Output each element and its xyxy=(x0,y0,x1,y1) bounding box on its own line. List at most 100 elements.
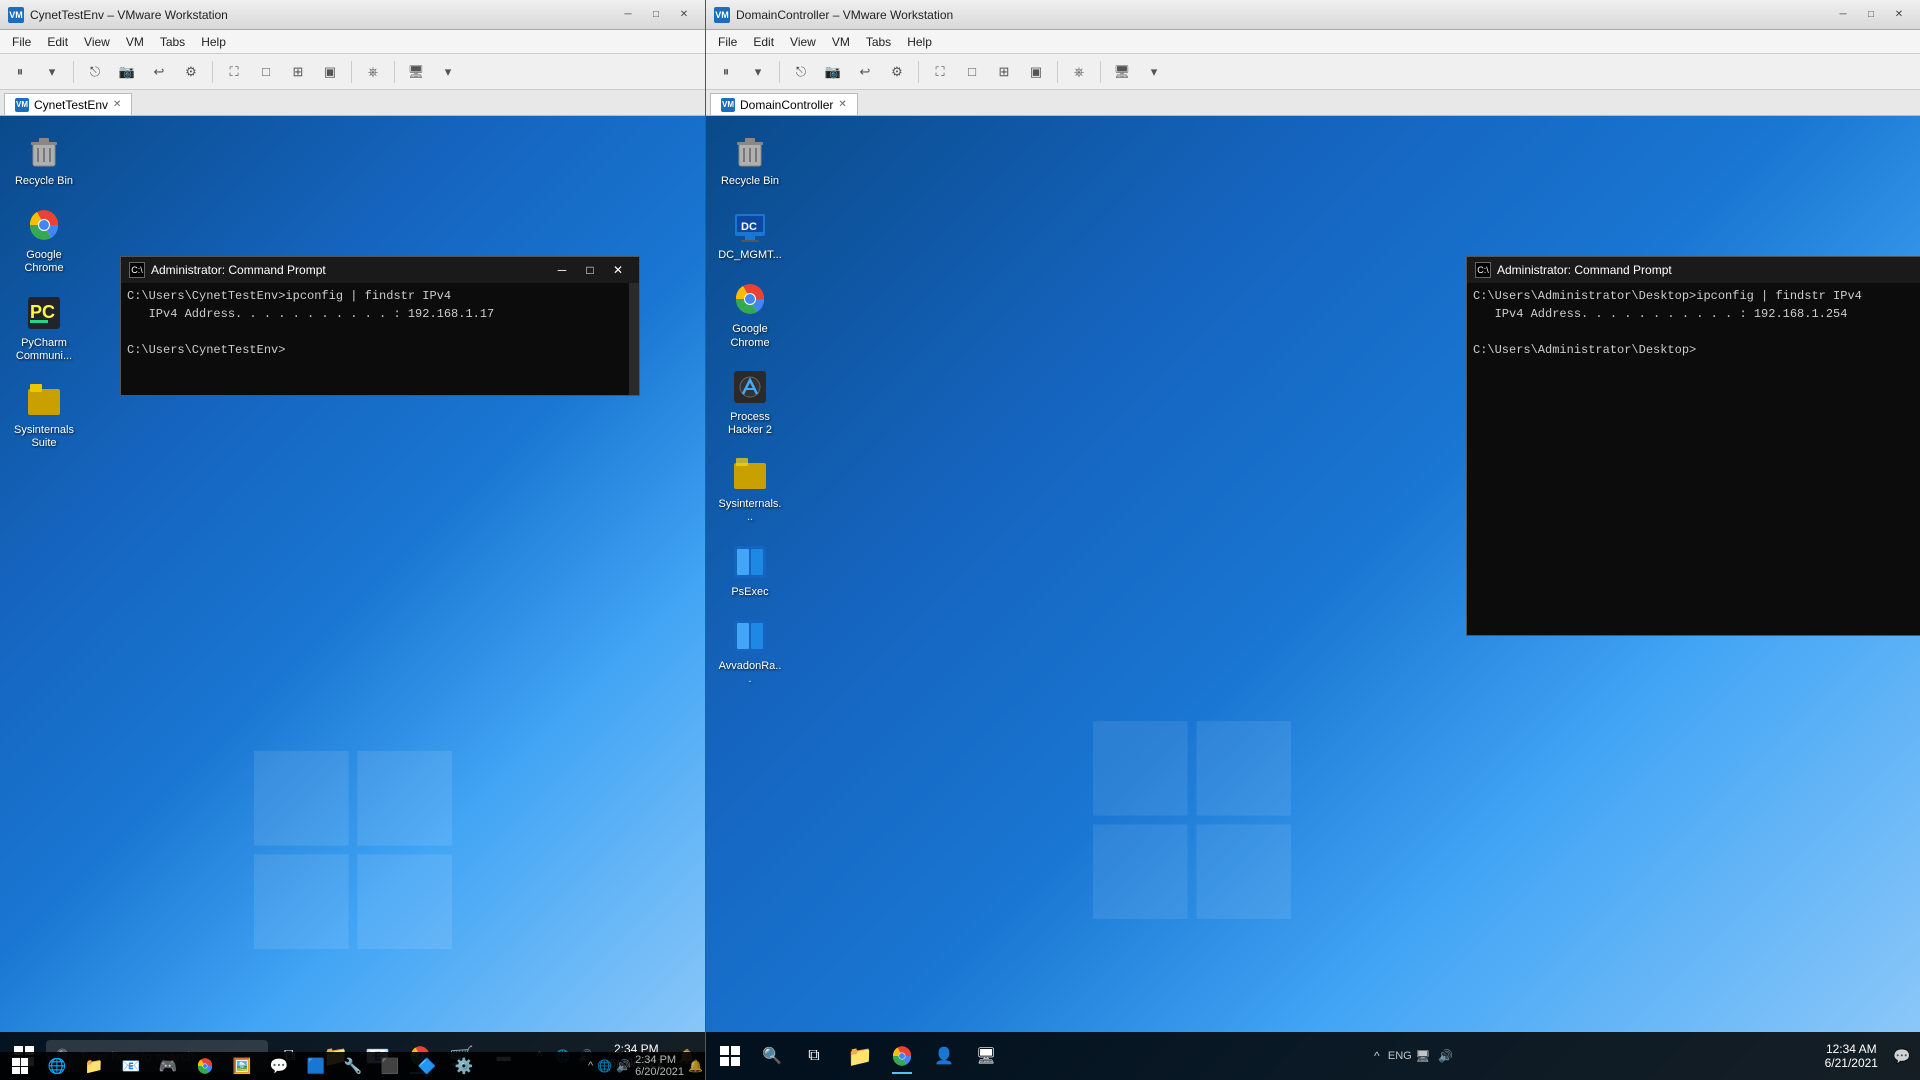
right-notif-caret[interactable]: ^ xyxy=(1367,1046,1387,1066)
right-menu-view[interactable]: View xyxy=(782,33,824,51)
right-tab-close[interactable]: ✕ xyxy=(838,99,846,110)
right-toolbar-send-ctrl[interactable]: ⎋ xyxy=(787,59,815,85)
right-menu-tabs[interactable]: Tabs xyxy=(858,33,899,51)
right-close-button[interactable]: ✕ xyxy=(1886,5,1912,25)
right-maximize-button[interactable]: □ xyxy=(1858,5,1884,25)
right-toolbar-usb[interactable]: ⎈ xyxy=(1065,59,1093,85)
right-taskbar-start[interactable] xyxy=(710,1036,750,1076)
right-notification-center[interactable]: 💬 xyxy=(1888,1036,1916,1076)
right-icon-process-hacker[interactable]: Process Hacker 2 xyxy=(714,362,786,441)
left-menu-tabs[interactable]: Tabs xyxy=(152,33,193,51)
left-icon-recycle-bin[interactable]: Recycle Bin xyxy=(8,126,80,192)
left-tb-app9[interactable]: 🔧 xyxy=(335,1048,371,1080)
left-toolbar-view3[interactable]: ⊞ xyxy=(284,59,312,85)
right-notif-keyboard[interactable]: ENG xyxy=(1390,1046,1410,1066)
left-tb-app10[interactable]: ⬛ xyxy=(372,1048,408,1080)
left-tb-app6[interactable]: 🖼️ xyxy=(224,1048,260,1080)
right-tab-dc[interactable]: VM DomainController ✕ xyxy=(710,93,858,115)
right-toolbar-fullscreen[interactable]: ⛶ xyxy=(926,59,954,85)
left-toolbar-revert[interactable]: ↩ xyxy=(145,59,173,85)
left-tb-app11[interactable]: 🔷 xyxy=(409,1048,445,1080)
left-minimize-button[interactable]: ─ xyxy=(615,5,641,25)
right-toolbar-snap[interactable]: 📷 xyxy=(819,59,847,85)
right-icon-recycle-bin[interactable]: Recycle Bin xyxy=(714,126,786,192)
right-toolbar-view3[interactable]: ⊞ xyxy=(990,59,1018,85)
left-toolbar-fullscreen[interactable]: ⛶ xyxy=(220,59,248,85)
left-close-button[interactable]: ✕ xyxy=(671,5,697,25)
right-taskbar-search-btn[interactable]: 🔍 xyxy=(752,1036,792,1076)
left-icon-google-chrome[interactable]: Google Chrome xyxy=(8,200,80,279)
right-icon-psexec[interactable]: PsExec xyxy=(714,537,786,603)
right-icon-google-chrome[interactable]: Google Chrome xyxy=(714,274,786,353)
left-tb-windows[interactable] xyxy=(2,1048,38,1080)
left-toolbar-view4[interactable]: ▣ xyxy=(316,59,344,85)
right-toolbar-pause[interactable]: ⏸ xyxy=(712,59,740,85)
left-win-controls: ─ □ ✕ xyxy=(615,5,697,25)
left-clock-small[interactable]: 2:34 PM 6/20/2021 xyxy=(635,1054,684,1078)
left-toolbar-display[interactable]: 🖥 xyxy=(402,59,430,85)
right-recycle-bin-icon xyxy=(729,130,771,172)
left-tb-app12[interactable]: ⚙️ xyxy=(446,1048,482,1080)
left-tab-cynet[interactable]: VM CynetTestEnv ✕ xyxy=(4,93,132,115)
right-toolbar-view4[interactable]: ▣ xyxy=(1022,59,1050,85)
left-cmd-maximize[interactable]: □ xyxy=(577,260,603,280)
right-toolbar-dropdown1[interactable]: ▾ xyxy=(744,59,772,85)
right-taskbar-clock[interactable]: 12:34 AM 6/21/2021 xyxy=(1817,1042,1886,1070)
right-icon-sysinternals[interactable]: Sysinternals... xyxy=(714,449,786,528)
left-toolbar-dropdown2[interactable]: ▾ xyxy=(434,59,462,85)
left-icon-pycharm[interactable]: PC PyCharm Communi... xyxy=(8,288,80,367)
right-taskbar-app4[interactable]: 🖥 xyxy=(966,1036,1006,1076)
right-minimize-button[interactable]: ─ xyxy=(1830,5,1856,25)
left-toolbar-usb[interactable]: ⎈ xyxy=(359,59,387,85)
left-tb-app8[interactable]: 🟦 xyxy=(298,1048,334,1080)
left-cmd-close[interactable]: ✕ xyxy=(605,260,631,280)
right-taskbar-chrome[interactable] xyxy=(882,1036,922,1076)
left-tray-network2[interactable]: 🌐 xyxy=(597,1059,612,1073)
right-menu-vm[interactable]: VM xyxy=(824,33,858,51)
right-taskbar-explorer[interactable]: 📁 xyxy=(840,1036,880,1076)
left-tb-app4[interactable]: 🎮 xyxy=(150,1048,186,1080)
left-toolbar-view2[interactable]: □ xyxy=(252,59,280,85)
right-icon-dc-mgmt[interactable]: DC DC_MGMT... xyxy=(714,200,786,266)
left-menu-vm[interactable]: VM xyxy=(118,33,152,51)
left-cmd-minimize[interactable]: ─ xyxy=(549,260,575,280)
left-toolbar-snap[interactable]: 📷 xyxy=(113,59,141,85)
right-menu-help[interactable]: Help xyxy=(899,33,940,51)
right-toolbar-display[interactable]: 🖥 xyxy=(1108,59,1136,85)
left-tb-app7[interactable]: 💬 xyxy=(261,1048,297,1080)
left-menu-edit[interactable]: Edit xyxy=(39,33,76,51)
left-maximize-button[interactable]: □ xyxy=(643,5,669,25)
right-psexec-icon xyxy=(729,541,771,583)
left-toolbar-settings[interactable]: ⚙ xyxy=(177,59,205,85)
left-tb-files[interactable]: 📁 xyxy=(76,1048,112,1080)
left-menu-file[interactable]: File xyxy=(4,33,39,51)
right-toolbar-view2[interactable]: □ xyxy=(958,59,986,85)
right-taskview-btn[interactable]: ⧉ xyxy=(794,1036,834,1076)
right-menu-file[interactable]: File xyxy=(710,33,745,51)
left-tray-sound[interactable]: 🔊 xyxy=(616,1059,631,1073)
left-cmd-window[interactable]: C:\ Administrator: Command Prompt ─ □ ✕ … xyxy=(120,256,640,396)
left-menu-help[interactable]: Help xyxy=(193,33,234,51)
left-tab-close[interactable]: ✕ xyxy=(113,99,121,110)
left-cmd-scrollbar[interactable] xyxy=(629,283,639,395)
vmware-container: VM CynetTestEnv – VMware Workstation ─ □… xyxy=(0,0,1920,1080)
left-toolbar-dropdown1[interactable]: ▾ xyxy=(38,59,66,85)
right-notif-network[interactable]: 🖥 xyxy=(1413,1046,1433,1066)
right-notif-speaker[interactable]: 🔊 xyxy=(1436,1046,1456,1066)
left-tray-caret[interactable]: ^ xyxy=(588,1060,593,1072)
right-icon-avvadon[interactable]: AvvadonRa... xyxy=(714,611,786,690)
left-toolbar-send-ctrl[interactable]: ⎋ xyxy=(81,59,109,85)
right-toolbar-settings[interactable]: ⚙ xyxy=(883,59,911,85)
left-toolbar-pause[interactable]: ⏸ xyxy=(6,59,34,85)
left-tb-chrome2[interactable] xyxy=(187,1048,223,1080)
left-icon-sysinternals[interactable]: Sysinternals Suite xyxy=(8,375,80,454)
left-action-center-small[interactable]: 🔔 xyxy=(688,1059,703,1073)
right-toolbar-dropdown2[interactable]: ▾ xyxy=(1140,59,1168,85)
right-toolbar-revert[interactable]: ↩ xyxy=(851,59,879,85)
right-taskbar-app3[interactable]: 👤 xyxy=(924,1036,964,1076)
right-menu-edit[interactable]: Edit xyxy=(745,33,782,51)
left-tb-mail2[interactable]: 📧 xyxy=(113,1048,149,1080)
right-cmd-window[interactable]: C:\ Administrator: Command Prompt ─ □ ✕ … xyxy=(1466,256,1920,636)
left-menu-view[interactable]: View xyxy=(76,33,118,51)
left-tb-edge[interactable]: 🌐 xyxy=(39,1048,75,1080)
